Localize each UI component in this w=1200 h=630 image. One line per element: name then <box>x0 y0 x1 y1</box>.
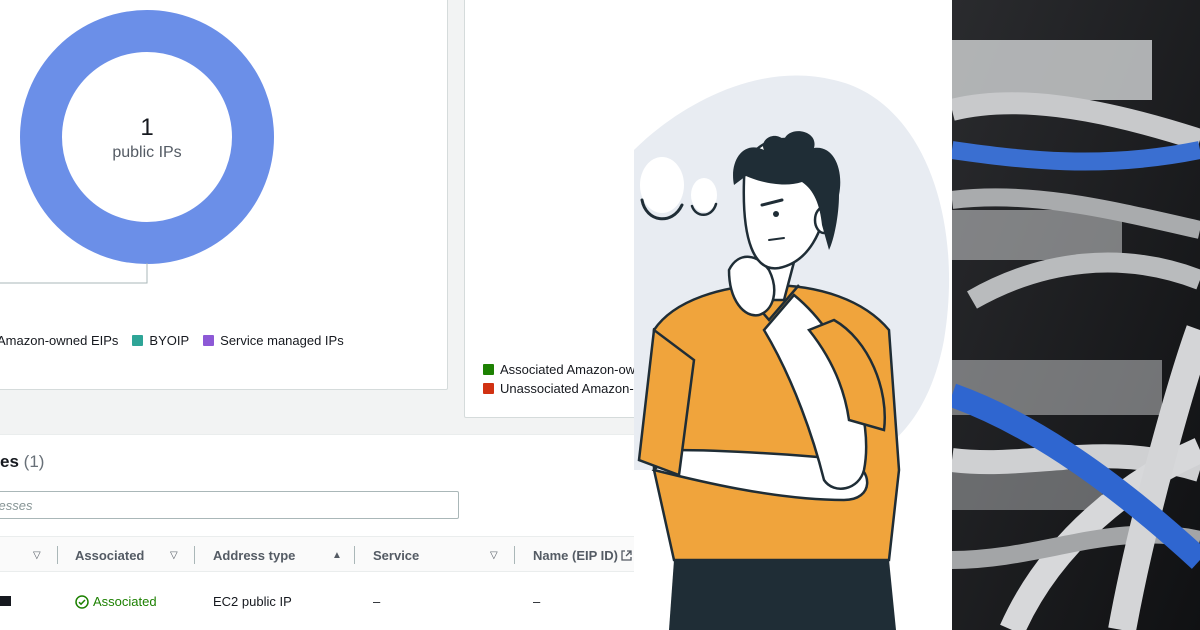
search-placeholder: dresses <box>0 498 33 513</box>
donut-center-value: 1 <box>140 114 154 141</box>
column-separator <box>354 546 355 564</box>
column-header-associated[interactable]: Associated <box>75 537 144 573</box>
chevron-down-icon[interactable]: ▽ <box>490 537 498 573</box>
check-circle-icon <box>75 594 89 609</box>
column-header-service[interactable]: Service <box>373 537 419 573</box>
search-input[interactable]: dresses <box>0 491 459 519</box>
donut-legend: Amazon-owned EIPs BYOIP Service managed … <box>0 333 358 348</box>
legend-item-amazon-owned: Amazon-owned EIPs <box>0 333 118 348</box>
legend-item-service-managed: Service managed IPs <box>203 333 344 348</box>
cell-service: – <box>373 594 381 609</box>
external-link-icon[interactable] <box>621 537 632 573</box>
donut-center-caption: public IPs <box>112 144 182 161</box>
status-badge: Associated <box>75 594 157 609</box>
thought-bubble-large <box>640 157 684 213</box>
table-header: ▽ Associated ▽ Address type ▲ Service ▽ … <box>0 536 660 572</box>
chevron-down-icon[interactable]: ▽ <box>33 537 41 573</box>
table-title-text: es <box>0 452 19 471</box>
legend-item-unassociated: Unassociated Amazon- <box>483 379 635 398</box>
legend-swatch-green <box>483 364 494 375</box>
legend-swatch-purple <box>203 335 215 346</box>
column-separator <box>514 546 515 564</box>
column-header-name[interactable]: Name (EIP ID) <box>533 537 618 573</box>
thinking-person-illustration <box>634 0 952 630</box>
legend-label: Amazon-owned EIPs <box>0 333 119 348</box>
cell-address-type: EC2 public IP <box>213 594 292 609</box>
trousers <box>669 560 896 630</box>
legend-swatch-teal <box>132 335 144 346</box>
cell-name: – <box>533 594 541 609</box>
column-separator <box>57 546 58 564</box>
donut-callout-line <box>0 263 148 284</box>
eye <box>773 211 779 217</box>
rack-panel <box>952 210 1122 260</box>
cables-svg <box>952 0 1200 630</box>
table-row[interactable]: Associated EC2 public IP – – <box>0 580 660 624</box>
table-title: es (1) <box>0 452 44 472</box>
rack-panel <box>952 40 1152 100</box>
legend-label: Associated Amazon-ow <box>500 362 636 377</box>
network-cables-photo <box>952 0 1200 630</box>
chevron-down-icon[interactable]: ▽ <box>170 537 178 573</box>
illustration-svg <box>634 75 950 630</box>
triangle-up-icon[interactable]: ▲ <box>332 537 342 573</box>
legend-label: Unassociated Amazon- <box>500 381 634 396</box>
legend-item-byoip: BYOIP <box>132 333 189 348</box>
legend-swatch-red <box>483 383 494 394</box>
legend-label: BYOIP <box>149 333 190 348</box>
aws-console-screenshot: 1 public IPs Amazon-owned EIPs BYOIP Ser… <box>0 0 660 630</box>
table-count: (1) <box>23 452 45 471</box>
thought-bubble-small <box>691 178 717 212</box>
legend-item-associated: Associated Amazon-ow <box>483 360 635 379</box>
legend-label: Service managed IPs <box>220 333 344 348</box>
column-header-address-type[interactable]: Address type <box>213 537 295 573</box>
association-legend: Associated Amazon-ow Unassociated Amazon… <box>483 360 635 398</box>
column-separator <box>194 546 195 564</box>
status-text: Associated <box>93 594 157 609</box>
